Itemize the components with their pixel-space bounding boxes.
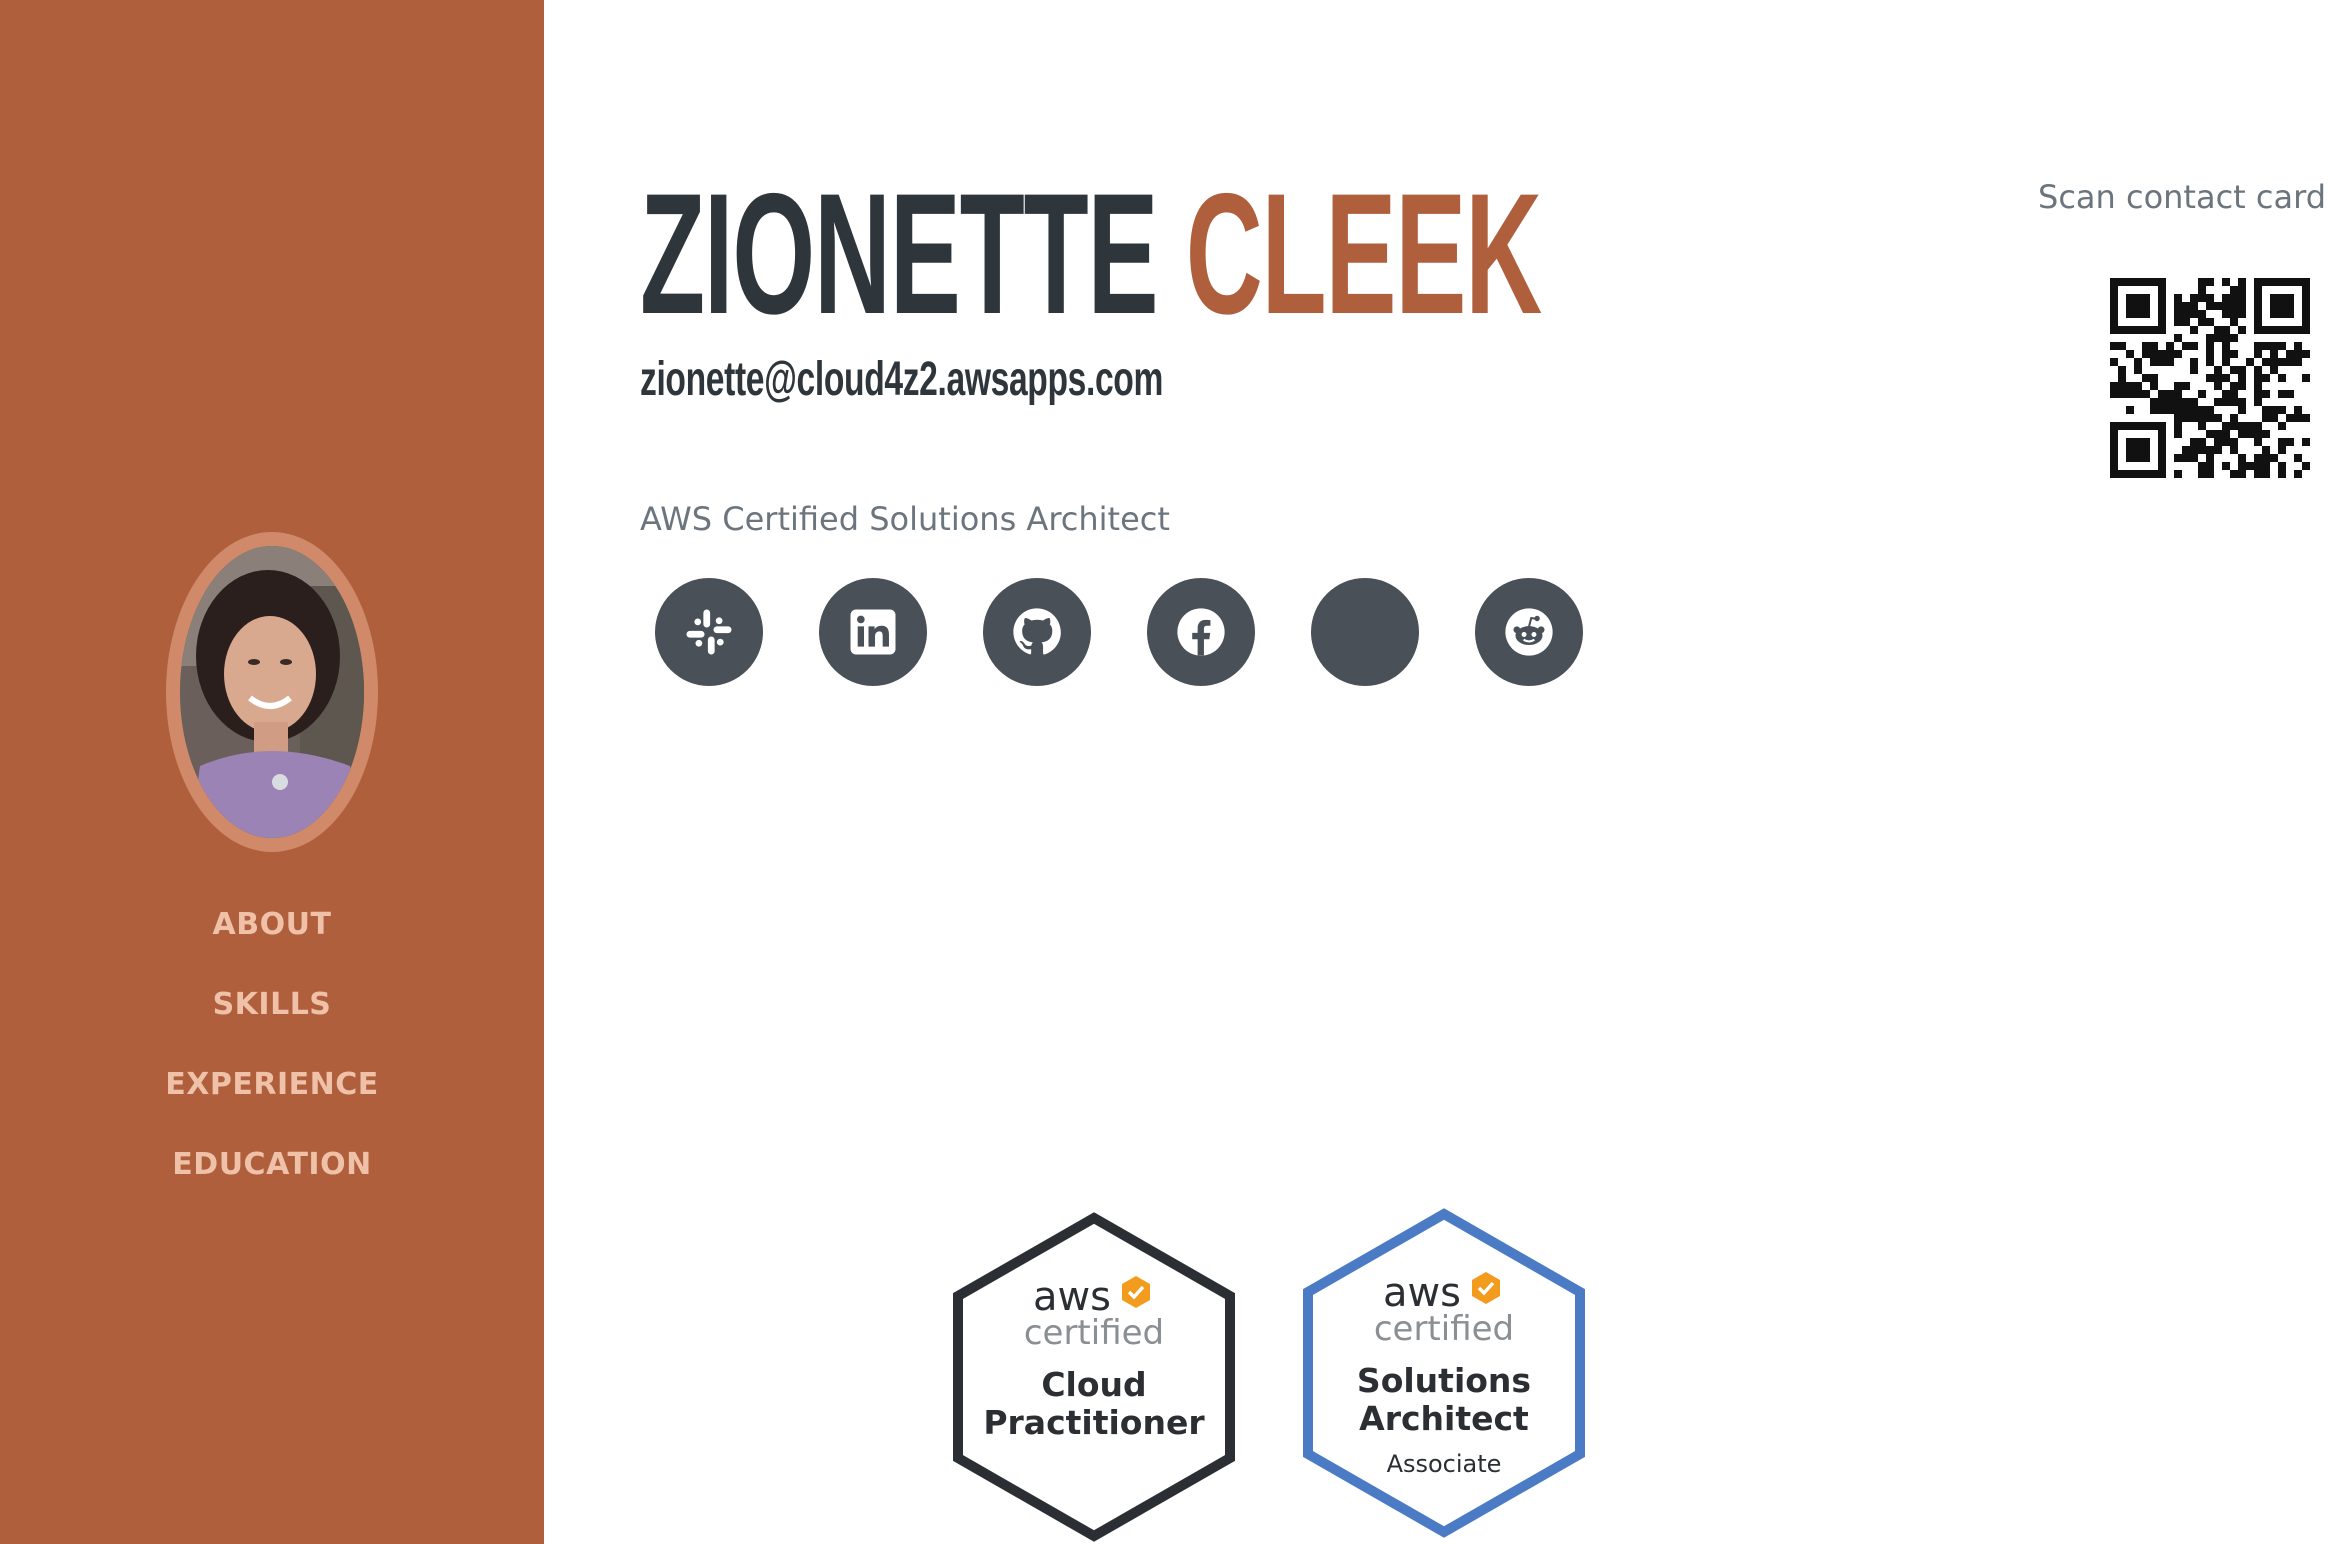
- badge-2-line2: Architect: [1359, 1399, 1529, 1438]
- job-title: AWS Certified Solutions Architect: [640, 500, 1170, 538]
- facebook-button[interactable]: [1147, 578, 1255, 686]
- nav-item-education[interactable]: EDUCATION: [0, 1140, 544, 1220]
- page-title: ZIONETTE CLEEK: [640, 168, 1542, 340]
- reddit-button[interactable]: [1475, 578, 1583, 686]
- badge-2-certified: certified: [1374, 1309, 1514, 1349]
- qr-code[interactable]: [2110, 278, 2310, 478]
- last-name: CLEEK: [1185, 158, 1542, 350]
- profile-photo-image: [180, 546, 364, 838]
- badge-1-line2: Practitioner: [983, 1403, 1205, 1442]
- qr-section: Scan contact card: [2038, 178, 2326, 478]
- badge-solutions-architect-hexagon: aws certified Solutions Architect Associ…: [1303, 1208, 1585, 1538]
- page: ABOUT SKILLS EXPERIENCE EDUCATION ZIONET…: [0, 0, 2328, 1544]
- slack-icon: [686, 609, 732, 655]
- badge-1-line1: Cloud: [1041, 1365, 1146, 1404]
- badge-solutions-architect[interactable]: aws certified Solutions Architect Associ…: [1294, 1206, 1594, 1540]
- sidebar: ABOUT SKILLS EXPERIENCE EDUCATION: [0, 0, 544, 1544]
- social-links: [655, 578, 1583, 686]
- main-content: ZIONETTE CLEEK zionette@cloud4z2.awsapps…: [544, 0, 2328, 1544]
- nav-item-about[interactable]: ABOUT: [0, 900, 544, 980]
- badge-2-level: Associate: [1387, 1450, 1502, 1478]
- qr-label: Scan contact card: [2038, 178, 2326, 216]
- nav-item-skills[interactable]: SKILLS: [0, 980, 544, 1060]
- linkedin-icon: [850, 609, 896, 655]
- email-link[interactable]: zionette@cloud4z2.awsapps.com: [640, 352, 1163, 408]
- badge-2-line1: Solutions: [1357, 1361, 1531, 1400]
- nav-item-experience[interactable]: EXPERIENCE: [0, 1060, 544, 1140]
- badge-1-certified: certified: [1024, 1313, 1164, 1353]
- facebook-icon: [1177, 608, 1225, 656]
- badge-cloud-practitioner-hexagon: aws certified Cloud Practitioner: [953, 1212, 1235, 1542]
- profile-photo: [180, 546, 364, 838]
- sidebar-nav: ABOUT SKILLS EXPERIENCE EDUCATION: [0, 900, 544, 1220]
- github-icon: [1013, 608, 1061, 655]
- reddit-icon: [1505, 608, 1553, 656]
- blank-icon: [1338, 605, 1392, 659]
- certification-badges: aws certified Cloud Practitioner aws cer…: [944, 1208, 1764, 1544]
- unlabeled-social-button[interactable]: [1311, 578, 1419, 686]
- slack-button[interactable]: [655, 578, 763, 686]
- badge-cloud-practitioner[interactable]: aws certified Cloud Practitioner: [944, 1210, 1244, 1544]
- avatar: [166, 532, 378, 852]
- github-button[interactable]: [983, 578, 1091, 686]
- first-name: ZIONETTE: [640, 158, 1159, 350]
- linkedin-button[interactable]: [819, 578, 927, 686]
